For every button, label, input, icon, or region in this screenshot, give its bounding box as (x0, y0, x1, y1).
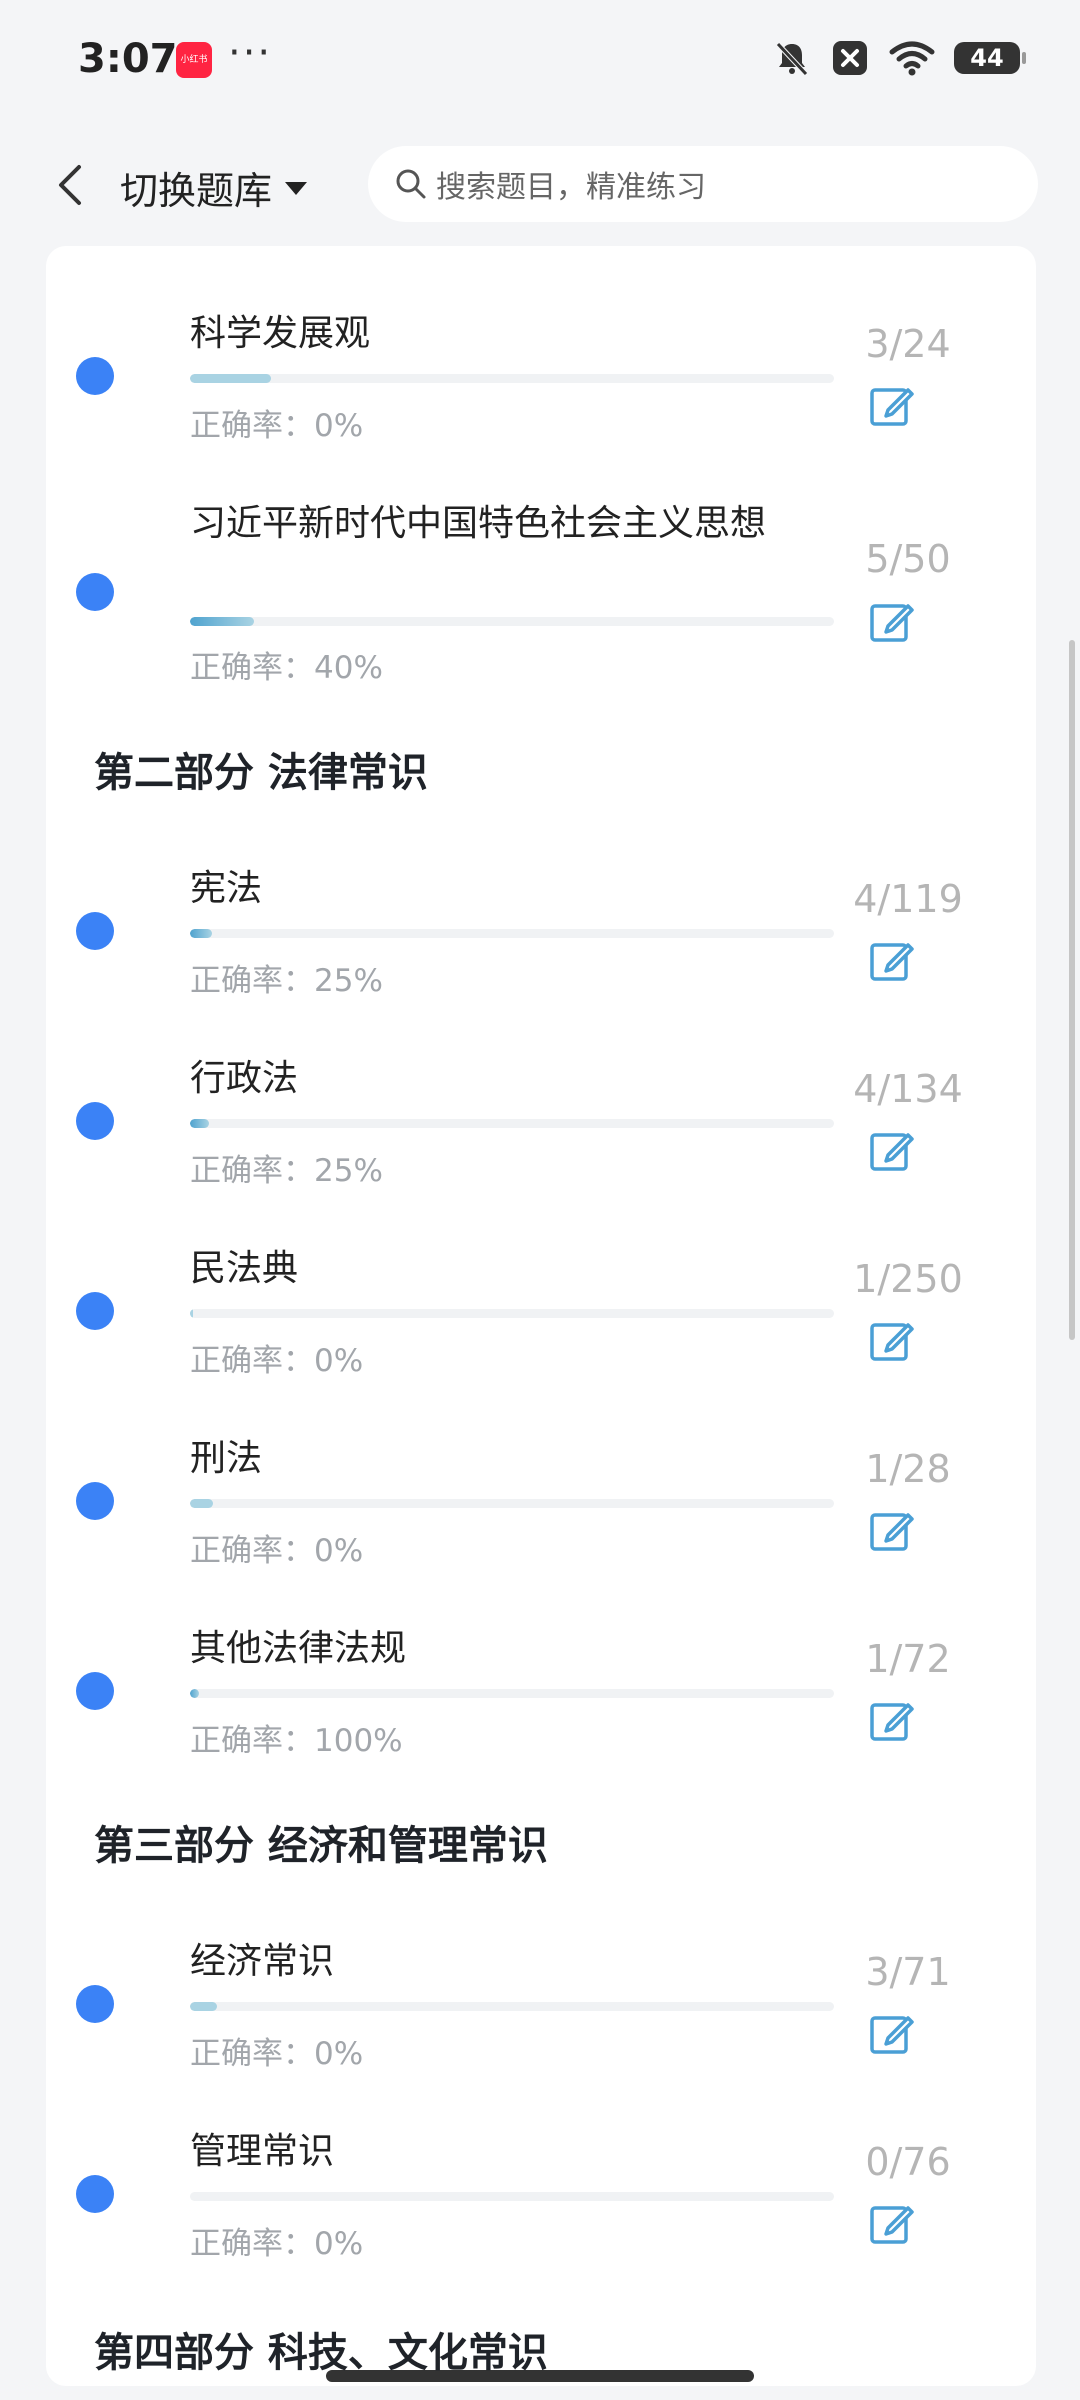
status-dot (76, 2175, 114, 2213)
progress-count: 5/50 (865, 537, 951, 581)
chevron-left-icon (59, 165, 81, 205)
section-heading: 第四部分 科技、文化常识 (90, 2320, 552, 2384)
accuracy-text: 正确率：0% (190, 1533, 364, 1569)
battery-icon: 44 (954, 42, 1026, 74)
progress-count: 0/76 (865, 2140, 951, 2184)
wifi-icon (889, 41, 935, 76)
item-title: 其他法律法规 (190, 1628, 407, 1669)
section-heading: 第三部分 经济和管理常识 (90, 1813, 552, 1877)
edit-icon[interactable] (866, 1695, 918, 1747)
caret-down-icon (285, 181, 308, 195)
edit-icon[interactable] (866, 935, 918, 987)
more-notifications-icon: ··· (228, 30, 273, 76)
progress-fill (190, 1309, 193, 1318)
progress-count: 3/24 (865, 322, 951, 366)
progress-fill (190, 2002, 218, 2011)
progress-count: 1/250 (853, 1257, 963, 1301)
edit-icon[interactable] (866, 1125, 918, 1177)
item-title: 管理常识 (190, 2131, 335, 2172)
progress-fill (190, 1689, 200, 1698)
status-dot (76, 912, 114, 950)
accuracy-text: 正确率：40% (190, 650, 383, 686)
accuracy-text: 正确率：0% (190, 2036, 364, 2072)
search-icon (396, 169, 426, 199)
progress-fill (190, 617, 255, 626)
edit-icon[interactable] (866, 1505, 918, 1557)
item-title: 经济常识 (190, 1941, 335, 1982)
edit-icon[interactable] (866, 2008, 918, 2060)
progress-bar (190, 2002, 834, 2011)
edit-icon[interactable] (866, 380, 918, 432)
bell-off-icon (776, 42, 808, 76)
status-time: 3:07 (78, 36, 178, 82)
progress-count: 4/119 (853, 877, 963, 921)
progress-fill (190, 374, 271, 383)
status-dot (76, 1102, 114, 1140)
edit-icon[interactable] (866, 2198, 918, 2250)
status-dot (76, 357, 114, 395)
top-nav: 切换题库 搜索题目，精准练习 (0, 130, 1080, 240)
progress-bar (190, 1119, 834, 1128)
progress-fill (190, 929, 212, 938)
search-input[interactable]: 搜索题目，精准练习 (368, 146, 1038, 222)
item-title: 宪法 (190, 868, 263, 909)
edit-icon[interactable] (866, 596, 918, 648)
close-box-icon (833, 41, 867, 75)
accuracy-text: 正确率：0% (190, 2226, 364, 2262)
progress-bar (190, 2192, 834, 2201)
section-title: 第四部分 科技、文化常识 (94, 2330, 548, 2376)
progress-fill (190, 1499, 214, 1508)
item-title: 刑法 (190, 1438, 263, 1479)
status-dot (76, 1672, 114, 1710)
status-dot (76, 573, 114, 611)
progress-bar (190, 1499, 834, 1508)
progress-count: 1/72 (865, 1637, 951, 1681)
section-title: 第三部分 经济和管理常识 (94, 1823, 548, 1869)
item-title: 科学发展观 (190, 313, 371, 354)
section-heading: 第二部分 法律常识 (90, 740, 432, 804)
progress-count: 3/71 (865, 1950, 951, 1994)
progress-bar (190, 374, 834, 383)
progress-bar (190, 1309, 834, 1318)
accuracy-text: 正确率：100% (190, 1723, 403, 1759)
accuracy-text: 正确率：25% (190, 1153, 383, 1189)
item-title: 行政法 (190, 1058, 299, 1099)
progress-bar (190, 929, 834, 938)
status-dot (76, 1985, 114, 2023)
item-title: 习近平新时代中国特色社会主义思想 (190, 503, 767, 544)
xiaohongshu-app-icon: 小红书 (176, 42, 212, 78)
progress-bar (190, 1689, 834, 1698)
search-placeholder: 搜索题目，精准练习 (436, 170, 706, 205)
status-dot (76, 1292, 114, 1330)
edit-icon[interactable] (866, 1315, 918, 1367)
item-title: 民法典 (190, 1248, 299, 1289)
section-title: 第二部分 法律常识 (94, 750, 428, 796)
back-button[interactable] (42, 152, 98, 218)
accuracy-text: 正确率：0% (190, 1343, 364, 1379)
accuracy-text: 正确率：25% (190, 963, 383, 999)
progress-bar (190, 617, 834, 626)
switch-question-bank-label: 切换题库 (120, 169, 273, 213)
switch-question-bank-button[interactable]: 切换题库 (120, 160, 310, 215)
system-icons: 44 (772, 38, 1026, 78)
progress-count: 1/28 (865, 1447, 951, 1491)
scrollbar[interactable] (1069, 640, 1075, 1340)
accuracy-text: 正确率：0% (190, 408, 364, 444)
progress-fill (190, 1119, 210, 1128)
progress-count: 4/134 (853, 1067, 963, 1111)
status-bar: 3:07 小红书 ··· 44 (0, 0, 1080, 130)
status-dot (76, 1482, 114, 1520)
